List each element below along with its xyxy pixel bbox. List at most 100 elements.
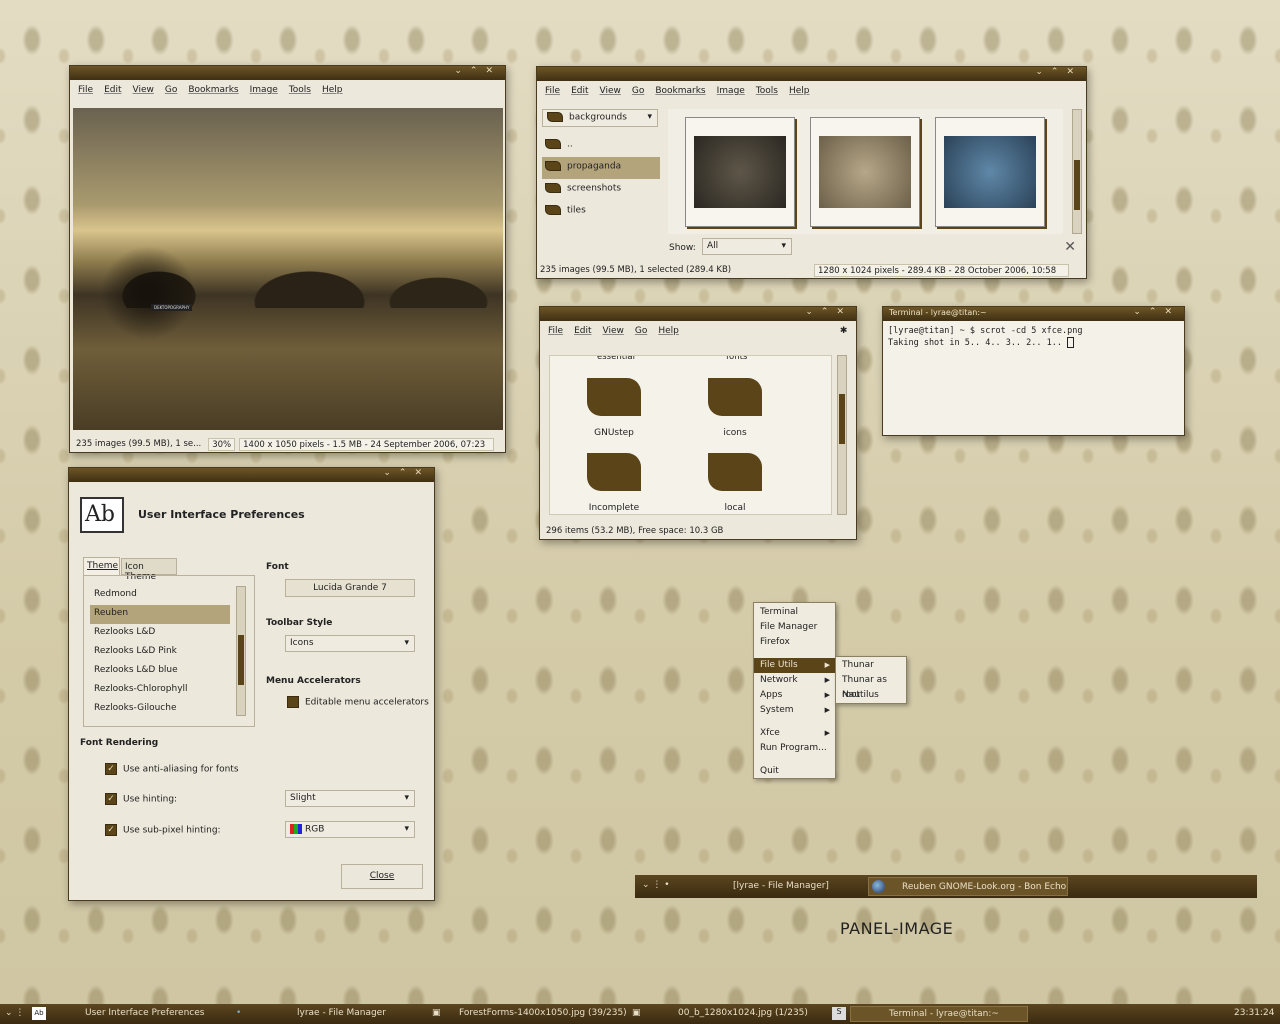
menu-item-file-utils[interactable]: File Utils ▶	[754, 658, 835, 673]
status-info: 1280 x 1024 pixels - 289.4 KB - 28 Octob…	[814, 263, 1069, 277]
folder-item[interactable]: icons	[695, 378, 775, 438]
folder-item[interactable]: ..	[542, 135, 660, 157]
panel-handle-icon[interactable]: ⌄ ⋮ •	[642, 880, 670, 890]
menu-view[interactable]: View	[600, 86, 621, 96]
window-buttons[interactable]: ⌄⌃✕	[805, 307, 852, 317]
menu-go[interactable]: Go	[632, 86, 644, 96]
menu-item-terminal[interactable]: Terminal	[754, 605, 835, 620]
menu-edit[interactable]: Edit	[574, 326, 591, 336]
theme-item[interactable]: Redmond	[90, 586, 230, 605]
panel-handle-icon[interactable]: ⌄ ⋮	[5, 1008, 24, 1018]
accel-checkbox-row[interactable]: Editable menu accelerators	[287, 696, 429, 708]
menu-item-system[interactable]: System ▶	[754, 703, 835, 718]
folder-item[interactable]: propaganda	[542, 157, 660, 179]
throbber-icon: ✱	[839, 326, 848, 336]
hinting-row[interactable]: ✓ Use hinting:	[105, 793, 177, 805]
subpixel-combo[interactable]: RGB ▾	[285, 821, 415, 838]
toolbar-style-combo[interactable]: Icons ▾	[285, 635, 415, 652]
panel-task[interactable]: [lyrae - File Manager]	[733, 881, 829, 891]
menu-help[interactable]: Help	[322, 85, 343, 95]
menu-file[interactable]: File	[78, 85, 93, 95]
tab-icon-theme[interactable]: Icon Theme	[121, 558, 177, 582]
title-bar[interactable]: ⌄⌃✕	[70, 66, 505, 80]
menu-item-nautilus[interactable]: Nautilus	[836, 688, 906, 703]
title-bar[interactable]: ⌄⌃✕	[69, 468, 434, 482]
menu-edit[interactable]: Edit	[104, 85, 121, 95]
terminal-output[interactable]: [lyrae@titan] ~ $ scrot -cd 5 xfce.png T…	[883, 321, 1184, 353]
task-button[interactable]: 00_b_1280x1024.jpg (1/235)	[678, 1008, 808, 1018]
thumbnail[interactable]	[685, 117, 795, 227]
checkbox[interactable]	[287, 696, 299, 708]
menu-bookmarks[interactable]: Bookmarks	[188, 85, 238, 95]
menu-bookmarks[interactable]: Bookmarks	[655, 86, 705, 96]
menu-item-quit[interactable]: Quit	[754, 764, 835, 779]
menu-item-xfce[interactable]: Xfce ▶	[754, 726, 835, 741]
location-combo[interactable]: backgrounds ▾	[542, 109, 658, 127]
dropdown-arrow-icon: ▾	[647, 112, 652, 122]
menu-help[interactable]: Help	[789, 86, 810, 96]
folder-icon	[545, 139, 561, 149]
folder-item[interactable]: local	[695, 453, 775, 513]
file-label: local	[724, 503, 746, 513]
theme-item[interactable]: Rezlooks-Chlorophyll	[90, 681, 230, 700]
image-display[interactable]: DEKTOPOGRAPHY	[73, 108, 503, 430]
window-buttons[interactable]: ⌄⌃✕	[1035, 67, 1082, 77]
theme-item[interactable]: Rezlooks L&D Pink	[90, 643, 230, 662]
thumbnail[interactable]	[810, 117, 920, 227]
menu-image[interactable]: Image	[250, 85, 278, 95]
menu-image[interactable]: Image	[717, 86, 745, 96]
close-button[interactable]: Close	[341, 864, 423, 889]
theme-item[interactable]: Rezlooks-Gilouche	[90, 700, 230, 719]
window-buttons[interactable]: ⌄⌃✕	[383, 468, 430, 478]
menu-item-firefox[interactable]: Firefox	[754, 635, 835, 650]
tab-theme[interactable]: Theme	[83, 557, 120, 575]
checkbox[interactable]: ✓	[105, 824, 117, 836]
font-button[interactable]: Lucida Grande 7	[285, 579, 415, 597]
menu-view[interactable]: View	[603, 326, 624, 336]
subpixel-row[interactable]: ✓ Use sub-pixel hinting:	[105, 824, 221, 836]
task-button[interactable]: lyrae - File Manager	[297, 1008, 386, 1018]
theme-item[interactable]: Reuben	[90, 605, 230, 624]
theme-scrollbar[interactable]	[236, 586, 246, 716]
plant-ornament	[93, 238, 203, 348]
title-bar[interactable]: ⌄⌃✕	[537, 67, 1086, 81]
thumb-scrollbar[interactable]	[1072, 109, 1082, 234]
menu-item-apps[interactable]: Apps ▶	[754, 688, 835, 703]
title-bar[interactable]: Terminal - lyrae@titan:~ ⌄⌃✕	[883, 307, 1184, 321]
icon-scrollbar[interactable]	[837, 355, 847, 515]
thumbnail[interactable]	[935, 117, 1045, 227]
folder-item[interactable]: GNUstep	[574, 378, 654, 438]
folder-item[interactable]: Incomplete	[574, 453, 654, 513]
task-button[interactable]: User Interface Preferences	[85, 1008, 204, 1018]
panel-task-active[interactable]: Reuben GNOME-Look.org - Bon Echo	[868, 877, 1068, 896]
menu-item-network[interactable]: Network ▶	[754, 673, 835, 688]
folder-item[interactable]: screenshots	[542, 179, 660, 201]
window-buttons[interactable]: ⌄⌃✕	[454, 66, 501, 76]
title-bar[interactable]: ⌄⌃✕	[540, 307, 856, 321]
theme-item[interactable]: Rezlooks L&D	[90, 624, 230, 643]
menu-edit[interactable]: Edit	[571, 86, 588, 96]
menu-tools[interactable]: Tools	[756, 86, 778, 96]
menu-item-run-program[interactable]: Run Program...	[754, 741, 835, 756]
menu-file[interactable]: File	[545, 86, 560, 96]
menu-item-thunar-root[interactable]: Thunar as root	[836, 673, 906, 700]
task-button-active[interactable]: Terminal - lyrae@titan:~	[850, 1006, 1028, 1022]
checkbox[interactable]: ✓	[105, 763, 117, 775]
task-button[interactable]: ForestForms-1400x1050.jpg (39/235)	[459, 1008, 627, 1018]
menu-file[interactable]: File	[548, 326, 563, 336]
show-combo[interactable]: All ▾	[702, 238, 792, 255]
antialias-row[interactable]: ✓ Use anti-aliasing for fonts	[105, 763, 239, 775]
menu-tools[interactable]: Tools	[289, 85, 311, 95]
menu-item-file-manager[interactable]: File Manager	[754, 620, 835, 635]
menu-go[interactable]: Go	[165, 85, 177, 95]
menu-help[interactable]: Help	[658, 326, 679, 336]
menu-go[interactable]: Go	[635, 326, 647, 336]
window-buttons[interactable]: ⌄⌃✕	[1133, 307, 1180, 317]
theme-item[interactable]: Rezlooks L&D blue	[90, 662, 230, 681]
menu-item-thunar[interactable]: Thunar	[836, 658, 906, 673]
close-pane-icon[interactable]: ✕	[1064, 239, 1076, 255]
folder-item[interactable]: tiles	[542, 201, 660, 223]
hinting-combo[interactable]: Slight ▾	[285, 790, 415, 807]
checkbox[interactable]: ✓	[105, 793, 117, 805]
menu-view[interactable]: View	[133, 85, 154, 95]
